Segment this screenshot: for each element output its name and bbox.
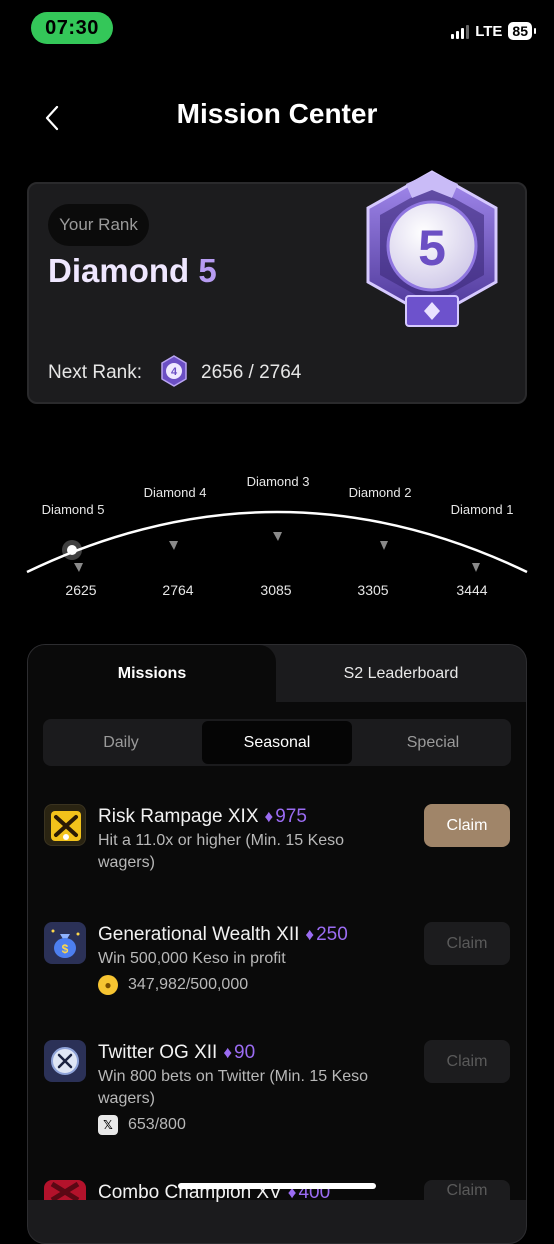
gem-icon: ♦ [264,807,274,826]
next-rank-badge-icon: 4 [161,355,187,387]
track-value-4: 3305 [357,582,389,598]
badge-number: 5 [418,220,446,276]
status-indicators: LTE 85 [451,22,536,40]
rank-name: Diamond 5 [48,252,217,290]
segment-seasonal[interactable]: Seasonal [202,721,352,764]
track-label-diamond-3: Diamond 3 [246,474,310,489]
mission-progress-value: 653/800 [128,1116,186,1133]
mission-title: Generational Wealth XII ♦ 250 [98,924,348,946]
track-value-5: 3444 [456,582,488,598]
track-label-diamond-4: Diamond 4 [143,485,207,500]
gem-icon: ♦ [305,925,315,944]
tick-marker-2 [169,541,178,550]
tick-marker-3 [273,532,282,541]
tick-marker-4 [380,541,388,550]
claim-button[interactable]: Claim [424,1180,510,1200]
gem-icon: ♦ [223,1043,232,1062]
track-label-diamond-5: Diamond 5 [41,502,105,517]
mission-description: Hit a 11.0x or higher (Min. 15 Keso wage… [98,832,345,871]
rank-level: 5 [198,252,217,289]
tick-marker-5 [472,563,480,572]
tab-leaderboard[interactable]: S2 Leaderboard [276,645,526,702]
track-label-diamond-1: Diamond 1 [450,502,514,517]
mission-progress: ● 347,982/500,000 [98,975,248,995]
chevron-left-icon [45,105,59,131]
mission-points: 975 [275,806,307,827]
x-logo-icon [44,1040,86,1082]
tick-marker-1 [74,563,83,572]
mission-points: 250 [316,924,348,945]
claim-button[interactable]: Claim [424,804,510,847]
segment-special[interactable]: Special [355,719,511,766]
mission-title: Risk Rampage XIX ♦ 975 [98,806,307,828]
track-value-3: 3085 [260,582,292,598]
diamond-rank-badge-icon: 5 [366,170,498,327]
mission-points: 90 [234,1042,256,1063]
home-indicator[interactable] [178,1183,376,1189]
network-type: LTE [475,22,503,40]
track-label-diamond-2: Diamond 2 [348,485,412,500]
svg-text:$: $ [62,942,69,956]
claim-button[interactable]: Claim [424,922,510,965]
claim-button[interactable]: Claim [424,1040,510,1083]
tab-missions[interactable]: Missions [28,645,276,702]
money-bag-icon: $ [44,922,86,964]
x-icon: 𝕏 [98,1115,118,1135]
mission-description: Win 800 bets on Twitter (Min. 15 Keso wa… [98,1068,369,1107]
page-title: Mission Center [176,98,378,129]
your-rank-pill: Your Rank [48,204,149,246]
mission-title-text: Twitter OG XII [98,1042,218,1063]
rank-tier: Diamond [48,252,190,289]
coin-icon: ● [98,975,118,995]
next-rank-progress: 2656 / 2764 [201,362,302,383]
mission-description: Win 500,000 Keso in profit [98,950,286,967]
track-value-1: 2625 [65,582,97,598]
mission-title-text: Generational Wealth XII [98,924,300,945]
track-value-2: 2764 [162,582,194,598]
mission-progress-value: 347,982/500,000 [128,976,249,993]
segment-daily[interactable]: Daily [43,719,199,766]
mission-title-text: Risk Rampage XIX [98,806,259,827]
mission-progress: 𝕏 653/800 [98,1115,186,1135]
combo-icon [44,1180,86,1200]
next-rank-badge-number: 4 [171,366,178,378]
status-time: 07:30 [31,12,113,44]
next-rank-label: Next Rank: [48,362,142,383]
back-button[interactable] [34,100,70,136]
battery-icon: 85 [508,22,536,40]
mission-title: Twitter OG XII ♦ 90 [98,1042,255,1064]
signal-icon [451,23,470,39]
crossed-bats-icon [44,804,86,846]
